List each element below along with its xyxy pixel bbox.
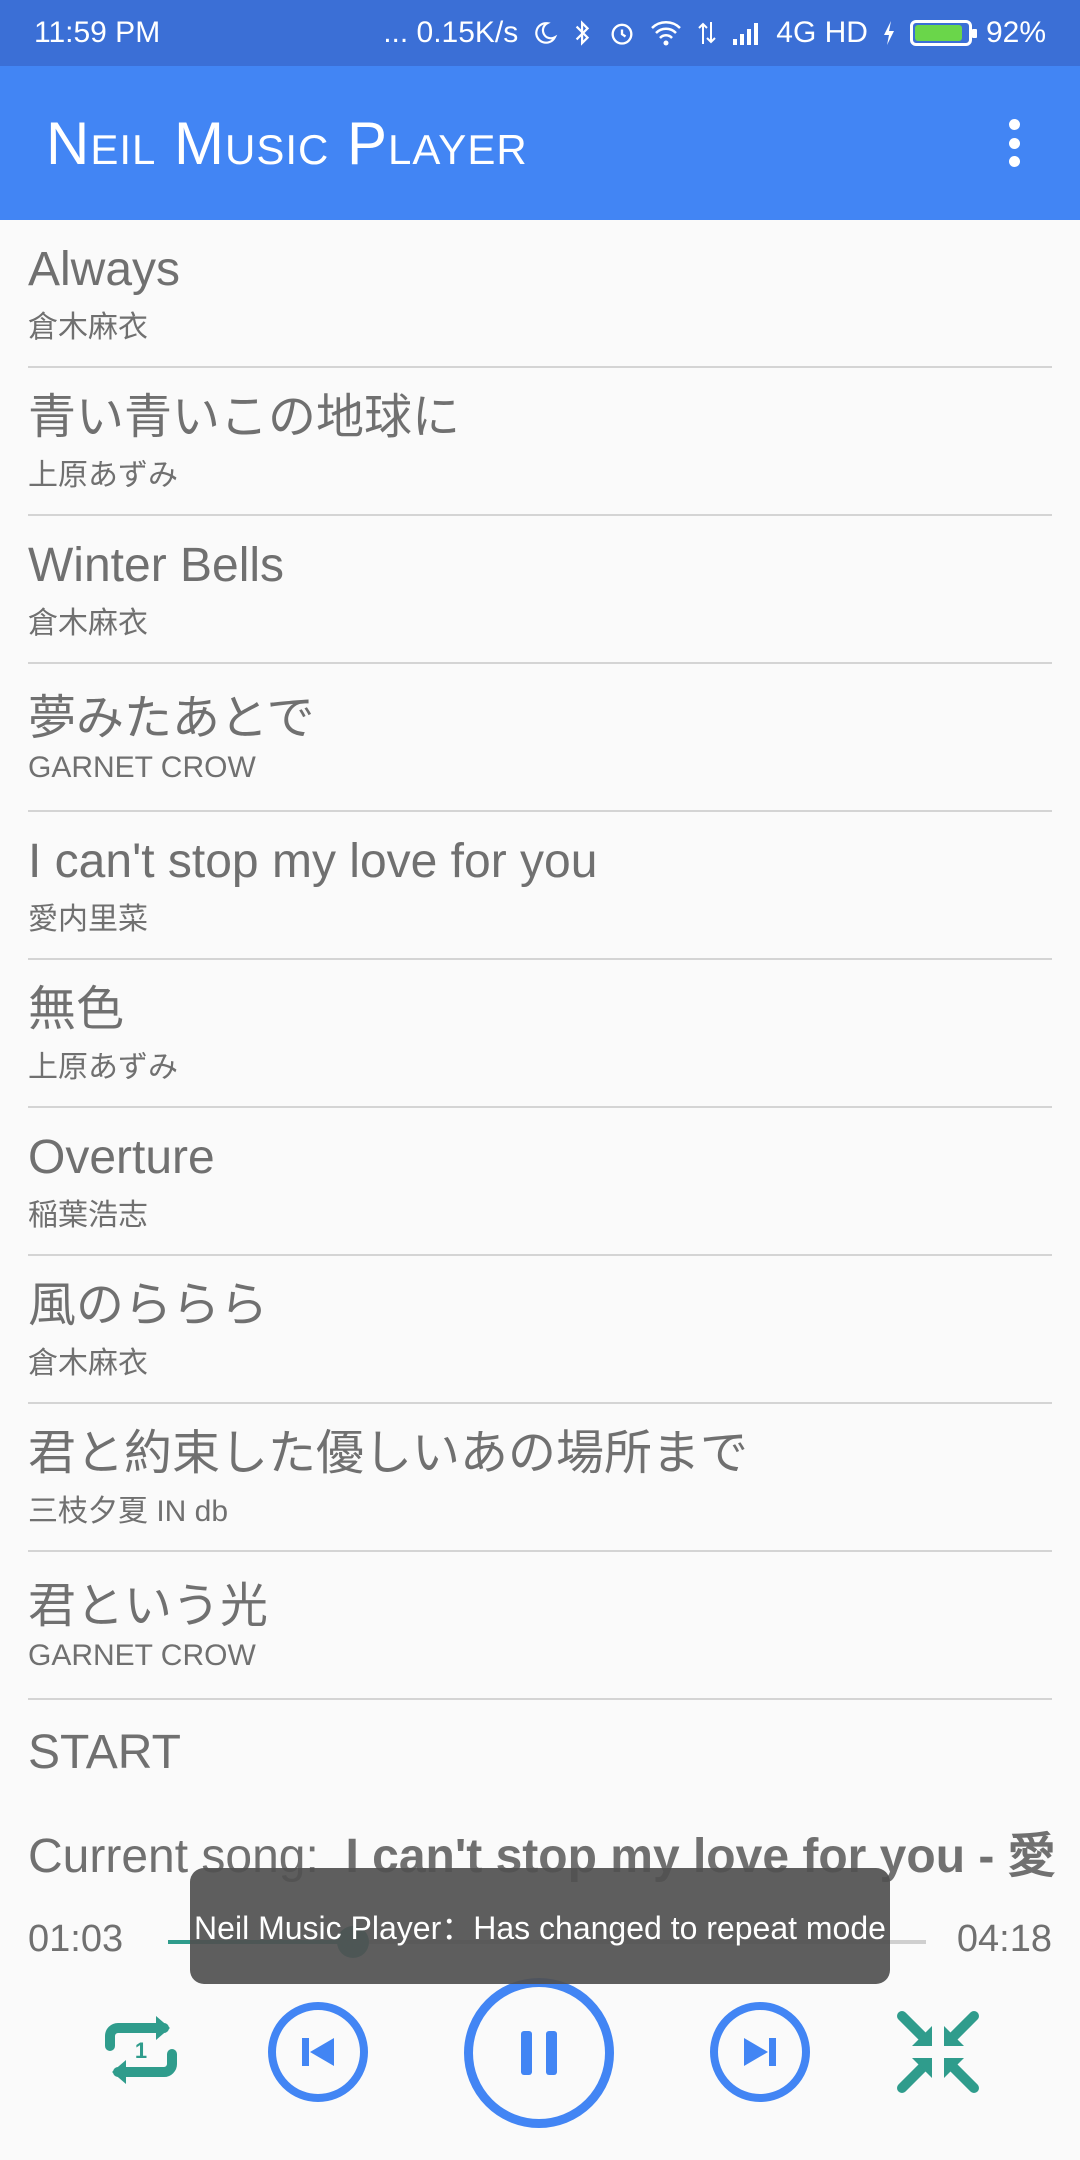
previous-button[interactable]: [268, 2002, 368, 2102]
pause-icon: [521, 2031, 557, 2075]
list-item[interactable]: I can't stop my love for you 愛内里菜: [28, 812, 1052, 960]
skip-previous-icon: [302, 2038, 334, 2066]
list-item[interactable]: Always 倉木麻衣: [28, 220, 1052, 368]
app-title: Neil Music Player: [46, 109, 528, 177]
song-artist: 稲葉浩志: [28, 1198, 148, 1232]
song-title: Always: [28, 243, 181, 297]
overflow-menu-icon[interactable]: [994, 113, 1034, 173]
app-bar: Neil Music Player: [0, 66, 1080, 220]
player-controls: 1: [0, 1970, 1080, 2130]
song-title: Overture: [28, 1131, 215, 1185]
list-item[interactable]: 風のららら 倉木麻衣: [28, 1256, 1052, 1404]
song-title: 無色: [28, 983, 125, 1037]
repeat-one-button[interactable]: 1: [98, 2010, 184, 2090]
song-artist: 愛内里菜: [28, 902, 148, 936]
song-artist: 上原あずみ: [28, 1050, 178, 1084]
song-title: 夢みたあとで: [28, 692, 315, 746]
next-button[interactable]: [710, 2002, 810, 2102]
list-item[interactable]: Winter Bells 倉木麻衣: [28, 516, 1052, 664]
battery-icon: [909, 20, 977, 46]
pause-button[interactable]: [464, 1978, 614, 2128]
start-item[interactable]: START: [28, 1700, 1052, 1804]
song-title: Winter Bells: [28, 539, 285, 593]
list-item[interactable]: 無色 上原あずみ: [28, 960, 1052, 1108]
list-item[interactable]: 君と約束した優しいあの場所まで 三枝夕夏 IN db: [28, 1404, 1052, 1552]
skip-next-icon: [744, 2038, 776, 2066]
song-artist: 倉木麻衣: [28, 310, 148, 344]
bluetooth-icon: [572, 19, 594, 47]
list-item[interactable]: 君という光 GARNET CROW: [28, 1552, 1052, 1700]
collapse-button[interactable]: [896, 2010, 980, 2094]
moon-icon: [532, 20, 558, 46]
list-item[interactable]: Overture 稲葉浩志: [28, 1108, 1052, 1256]
list-item[interactable]: 夢みたあとで GARNET CROW: [28, 664, 1052, 812]
status-time: 11:59 PM: [34, 16, 161, 49]
list-item[interactable]: 青い青いこの地球に 上原あずみ: [28, 368, 1052, 516]
song-artist: 三枝夕夏 IN db: [28, 1494, 229, 1528]
battery-percent: 92%: [985, 16, 1046, 49]
song-artist: GARNET CROW: [28, 750, 256, 784]
song-title: 青い青いこの地球に: [28, 391, 461, 445]
network-type: 4G HD: [776, 16, 868, 49]
status-icons: ... 0.15K/s 4G HD 92%: [383, 16, 1046, 50]
song-artist: 上原あずみ: [28, 458, 178, 492]
song-artist: GARNET CROW: [28, 1638, 256, 1672]
collapse-icon: [897, 2011, 979, 2093]
battery-level: [914, 25, 963, 41]
song-list: Always 倉木麻衣 青い青いこの地球に 上原あずみ Winter Bells…: [28, 220, 1052, 1804]
net-speed: ... 0.15K/s: [383, 16, 519, 49]
song-artist: 倉木麻衣: [28, 1346, 148, 1380]
repeat-badge: 1: [135, 2038, 147, 2063]
toast-message: Neil Music Player：Has changed to repeat …: [190, 1868, 890, 1984]
alarm-icon: [608, 19, 636, 47]
status-bar: 11:59 PM ... 0.15K/s 4G HD 92%: [0, 0, 1080, 66]
song-title: I can't stop my love for you: [28, 835, 598, 889]
signal-icon: [732, 21, 762, 45]
duration-time: 04:18: [956, 1918, 1052, 1960]
song-title: 風のららら: [28, 1279, 269, 1333]
song-title: 君という光: [28, 1580, 269, 1634]
charging-icon: [882, 20, 896, 46]
repeat-one-icon: 1: [105, 2016, 177, 2084]
elapsed-time: 01:03: [28, 1918, 124, 1960]
song-artist: 倉木麻衣: [28, 606, 148, 640]
song-title: 君と約束した優しいあの場所まで: [28, 1427, 749, 1481]
wifi-icon: [650, 20, 682, 46]
data-arrows-icon: [696, 20, 718, 46]
start-label: START: [28, 1725, 181, 1779]
